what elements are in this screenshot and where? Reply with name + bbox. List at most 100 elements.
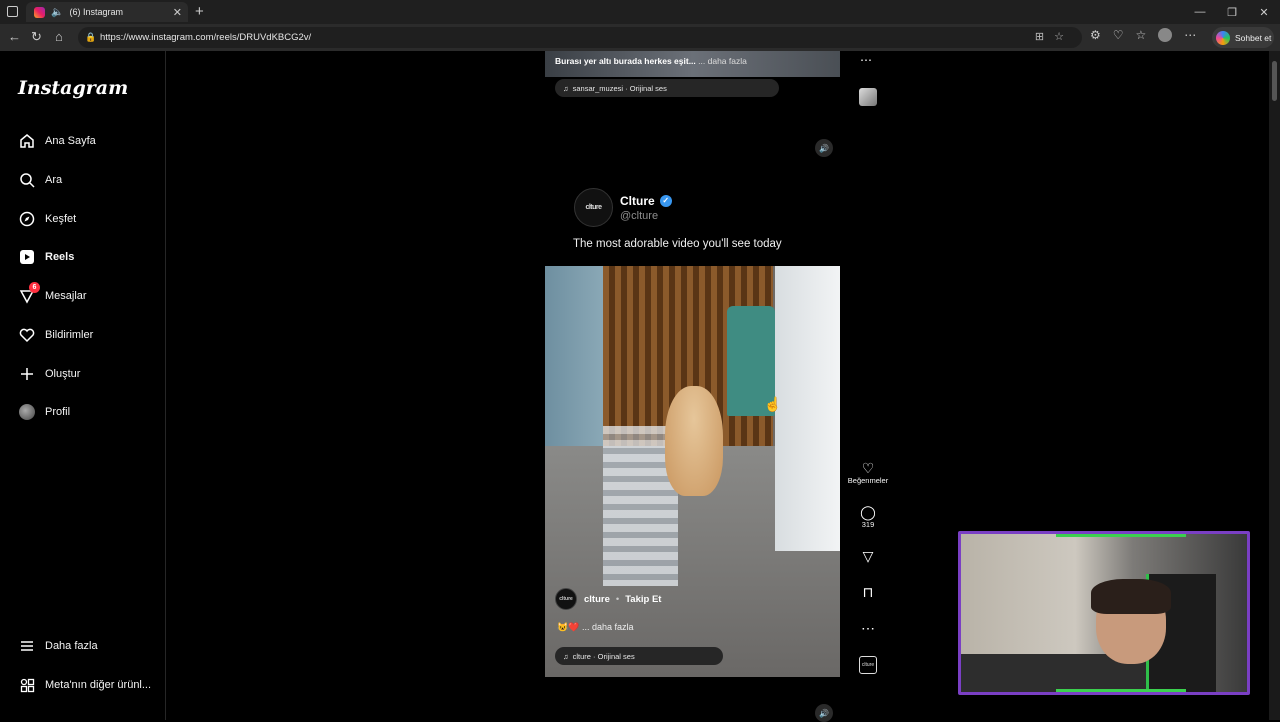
reel-audio-thumb[interactable]: clture — [859, 656, 877, 674]
window-controls: — ❐ ✕ — [1184, 0, 1280, 24]
bookmark-icon[interactable]: ⊓ — [863, 584, 874, 600]
sidebar-item-label: Bildirimler — [45, 329, 94, 341]
previous-reel-video[interactable]: Burası yer altı burada herkes eşit... ..… — [545, 51, 840, 77]
sidebar-item-label: Profil — [45, 406, 71, 418]
sidebar-item-label: Daha fazla — [45, 640, 98, 652]
new-tab-icon[interactable]: + — [195, 3, 204, 20]
sidebar-item-create[interactable]: Oluştur — [18, 364, 80, 384]
verified-badge-icon: ✓ — [659, 194, 672, 207]
reels-icon — [18, 248, 36, 266]
sidebar-item-label: Ara — [45, 174, 63, 186]
copilot-icon — [1216, 30, 1230, 45]
more-action[interactable]: ⋯ — [848, 620, 888, 636]
copilot-label: Sohbet et — [1235, 32, 1272, 43]
next-reel-volume-icon[interactable]: 🔊 — [815, 704, 833, 722]
profile-avatar-wrap — [18, 403, 36, 421]
notification-badge: 6 — [29, 282, 40, 293]
post-text: The most adorable video you'll see today — [573, 238, 782, 250]
address-bar[interactable]: 🔒 https://www.instagram.com/reels/DRUVdK… — [78, 27, 1082, 48]
share-icon[interactable]: ▽ — [863, 548, 874, 564]
save-action[interactable]: ⊓ — [848, 584, 888, 600]
video-cat — [665, 386, 723, 496]
restore-icon[interactable]: ❐ — [1216, 0, 1248, 24]
copilot-button[interactable]: Sohbet et — [1212, 27, 1274, 48]
account-handle: @clture — [620, 209, 659, 222]
sidebar-item-profile[interactable]: Profil — [18, 402, 70, 422]
page-scrollbar[interactable] — [1269, 51, 1280, 720]
instagram-favicon-icon — [34, 6, 45, 18]
app-available-icon[interactable]: ⊞ — [1035, 31, 1054, 43]
address-bar-actions: ⊞☆ — [1035, 30, 1074, 43]
share-action[interactable]: ▽ — [848, 548, 888, 564]
minimize-icon[interactable]: — — [1184, 0, 1216, 24]
plus-icon — [18, 365, 36, 383]
comment-icon[interactable]: ◯ — [860, 504, 876, 520]
video-user-avatar[interactable]: clture — [555, 588, 577, 610]
account-name-row[interactable]: Clture ✓ — [620, 194, 672, 208]
hamburger-icon — [18, 637, 36, 655]
music-note-icon: ♫ — [563, 83, 569, 93]
webcam-frame-glow — [1056, 534, 1186, 537]
reel-video[interactable] — [545, 266, 840, 677]
music-note-icon: ♫ — [563, 651, 569, 661]
sidebar-item-explore[interactable]: Keşfet — [18, 209, 76, 229]
compass-icon — [18, 210, 36, 228]
more-link[interactable]: ... daha fazla — [698, 56, 747, 66]
browser-toolbar: ← ↻ ⌂ 🔒 https://www.instagram.com/reels/… — [0, 24, 1280, 51]
sidebar-item-more[interactable]: Daha fazla — [18, 636, 98, 656]
close-tab-icon[interactable]: ✕ — [173, 6, 182, 19]
browser-tab[interactable]: 🔈 (6) Instagram ✕ — [26, 2, 188, 22]
speaker-icon[interactable]: 🔈 — [51, 7, 63, 18]
video-user-row: clture clture • Takip Et — [555, 588, 661, 610]
post-header: clture Clture ✓ @clture — [574, 188, 672, 227]
instagram-sidebar: Instagram Ana Sayfa Ara Keşfet Reels 6 M… — [0, 51, 166, 720]
sidebar-item-search[interactable]: Ara — [18, 170, 62, 190]
sidebar-item-label: Ana Sayfa — [45, 135, 96, 147]
more-options-icon[interactable]: ⋯ — [861, 620, 875, 636]
audio-label: sansar_muzesi · Orijinal ses — [572, 83, 667, 93]
profile-avatar[interactable] — [1158, 28, 1173, 42]
more-link[interactable]: ... daha fazla — [582, 622, 634, 632]
sidebar-item-home[interactable]: Ana Sayfa — [18, 131, 96, 151]
home-browser-icon[interactable]: ⌂ — [55, 29, 63, 44]
favorite-star-icon[interactable]: ☆ — [1054, 31, 1074, 43]
streamer-hair — [1091, 579, 1171, 614]
previous-reel-audio-thumb[interactable] — [859, 88, 877, 106]
refresh-icon[interactable]: ↻ — [31, 29, 42, 45]
heart-icon — [18, 326, 36, 344]
comment-action[interactable]: ◯ 319 — [848, 504, 888, 529]
sidebar-toggle-icon[interactable] — [7, 6, 18, 17]
webcam-frame-glow-bottom — [1056, 689, 1186, 692]
post-account: Clture ✓ @clture — [620, 194, 672, 222]
sidebar-item-label: Oluştur — [45, 368, 81, 380]
sidebar-item-meta[interactable]: Meta'nın diğer ürünl... — [18, 675, 151, 695]
like-action[interactable]: ♡ Beğenmeler — [848, 460, 888, 485]
volume-icon[interactable]: 🔊 — [815, 139, 833, 157]
sidebar-item-notifications[interactable]: Bildirimler — [18, 325, 93, 345]
clture-logo[interactable]: clture — [574, 188, 613, 227]
back-icon[interactable]: ← — [8, 29, 21, 44]
sidebar-item-messages[interactable]: 6 Mesajlar — [18, 282, 87, 306]
settings-more-icon[interactable]: ⋯ — [1184, 28, 1196, 42]
site-info-icon[interactable]: 🔒 — [85, 32, 96, 43]
meta-apps-icon — [18, 676, 36, 694]
separator-dot: • — [615, 593, 620, 605]
favorites-icon[interactable]: ☆ — [1136, 28, 1147, 42]
sidebar-item-label: Reels — [45, 251, 75, 263]
mouse-cursor: ☝ — [764, 396, 782, 412]
close-window-icon[interactable]: ✕ — [1248, 0, 1280, 24]
webcam-overlay — [958, 531, 1250, 695]
sidebar-item-reels[interactable]: Reels — [18, 247, 74, 267]
sidebar-item-label: Meta'nın diğer ürünl... — [45, 679, 152, 691]
browser-essentials-icon[interactable]: ♡ — [1113, 28, 1124, 42]
heart-icon[interactable]: ♡ — [862, 460, 875, 476]
video-audio[interactable]: ♫ clture · Orijinal ses — [555, 647, 723, 665]
video-username[interactable]: clture — [584, 594, 610, 605]
extensions-icon[interactable]: ⚙ — [1090, 28, 1101, 42]
toolbar-icons: ⚙ ♡ ☆ ⋯ — [1090, 28, 1196, 42]
previous-reel-audio[interactable]: ♫ sansar_muzesi · Orijinal ses — [555, 79, 779, 97]
instagram-logo[interactable]: Instagram — [18, 77, 128, 99]
follow-button[interactable]: Takip Et — [625, 594, 661, 605]
scrollbar-thumb[interactable] — [1272, 61, 1277, 101]
previous-more-options-icon[interactable]: ⋯ — [860, 53, 872, 67]
